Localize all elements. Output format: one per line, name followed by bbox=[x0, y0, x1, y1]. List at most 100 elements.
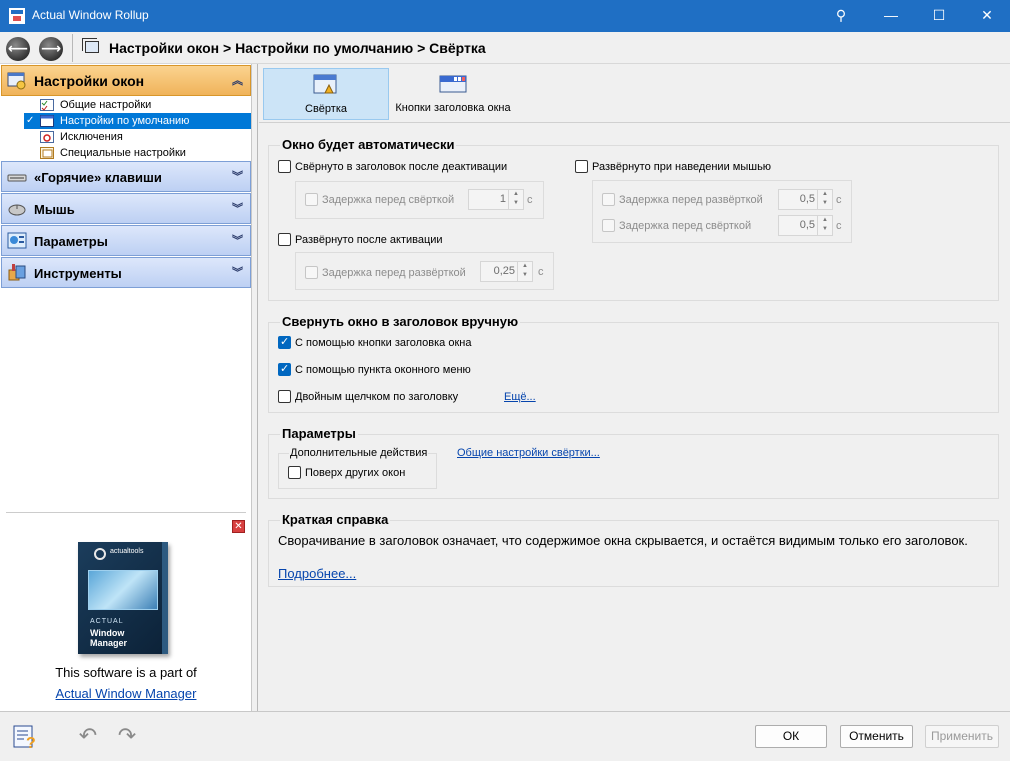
checkbox-label: Свёрнуто в заголовок после деактивации bbox=[295, 161, 508, 173]
checkbox-box[interactable] bbox=[305, 266, 318, 279]
by-menu-item-checkbox[interactable]: С помощью пункта оконного меню bbox=[278, 362, 471, 377]
tool-rollup[interactable]: Свёртка bbox=[263, 68, 389, 120]
spinner-arrows-icon[interactable]: ▲ ▼ bbox=[817, 216, 832, 235]
hover-unroll-delay-spinner[interactable]: 0,5 ▲ ▼ bbox=[778, 189, 833, 210]
checkbox-label: Развёрнуто при наведении мышью bbox=[592, 161, 772, 173]
undo-icon: ↶ bbox=[78, 723, 98, 748]
minimize-button[interactable]: — bbox=[868, 0, 914, 32]
app-icon bbox=[9, 8, 25, 24]
rollup-delay-spinner[interactable]: 1 ▲ ▼ bbox=[468, 189, 524, 210]
general-rollup-settings-link[interactable]: Общие настройки свёртки... bbox=[457, 447, 600, 459]
group-title: Свернуть окно в заголовок вручную bbox=[280, 314, 521, 329]
category-window-settings[interactable]: Настройки окон ︽ bbox=[1, 65, 251, 96]
checkbox-box[interactable] bbox=[278, 160, 291, 173]
checkbox-box[interactable] bbox=[575, 160, 588, 173]
checkbox-label: Задержка перед развёрткой bbox=[322, 267, 466, 279]
window-defaults-icon bbox=[40, 115, 54, 127]
sidebar-item-special[interactable]: Специальные настройки bbox=[24, 145, 251, 161]
back-button[interactable]: ⟵ bbox=[6, 37, 30, 61]
rollup-delay-checkbox[interactable]: Задержка перед свёрткой bbox=[305, 193, 454, 207]
spinner-arrows-icon[interactable]: ▲ ▼ bbox=[517, 262, 532, 281]
nav-divider bbox=[72, 34, 73, 62]
category-label: Настройки окон bbox=[34, 73, 145, 89]
category-label: Мышь bbox=[34, 202, 75, 217]
sidebar-item-exclusions[interactable]: Исключения bbox=[24, 129, 251, 145]
hover-rollup-delay-checkbox[interactable]: Задержка перед свёрткой bbox=[602, 219, 751, 233]
extra-actions-label: Дополнительные действия bbox=[289, 447, 429, 459]
keyboard-icon bbox=[7, 174, 27, 182]
checkbox-box[interactable] bbox=[305, 193, 318, 206]
maximize-button[interactable]: ☐ bbox=[916, 0, 962, 32]
checkbox-box[interactable] bbox=[278, 335, 291, 349]
checkbox-box[interactable] bbox=[278, 390, 291, 403]
spinner-value: 0,5 bbox=[799, 219, 815, 231]
chevron-up-icon: ︽ bbox=[232, 75, 243, 87]
tool-label: Свёртка bbox=[305, 103, 347, 115]
checkbox-label: Задержка перед свёрткой bbox=[619, 220, 752, 232]
group-title: Окно будет автоматически bbox=[280, 137, 457, 152]
checkbox-box[interactable] bbox=[602, 219, 615, 232]
undo-button[interactable]: ↶ bbox=[73, 724, 103, 748]
help-icon[interactable]: ? bbox=[12, 722, 40, 750]
cancel-button[interactable]: Отменить bbox=[840, 725, 913, 748]
category-label: Инструменты bbox=[34, 266, 122, 281]
checkbox-label: С помощью кнопки заголовка окна bbox=[295, 337, 472, 349]
category-tools[interactable]: Инструменты ︾ bbox=[1, 257, 251, 288]
hover-unroll-delay-checkbox[interactable]: Задержка перед развёрткой bbox=[602, 193, 763, 207]
forward-button[interactable]: ⟶ bbox=[39, 37, 63, 61]
hover-rollup-delay-spinner[interactable]: 0,5 ▲ ▼ bbox=[778, 215, 833, 236]
unroll-on-activate-checkbox[interactable]: Развёрнуто после активации bbox=[278, 233, 443, 247]
sidebar-item-label: Исключения bbox=[60, 131, 123, 143]
product-box-image: actualtools ACTUAL Window Manager bbox=[78, 542, 168, 654]
more-info-link[interactable]: Подробнее... bbox=[278, 566, 356, 581]
unroll-on-hover-checkbox[interactable]: Развёрнуто при наведении мышью bbox=[575, 160, 771, 174]
checkbox-box[interactable] bbox=[288, 466, 301, 479]
checkbox-label: С помощью пункта оконного меню bbox=[295, 364, 471, 376]
tool-title-buttons[interactable]: Кнопки заголовка окна bbox=[390, 68, 516, 120]
more-link[interactable]: Ещё... bbox=[504, 391, 536, 403]
unroll-delay-spinner[interactable]: 0,25 ▲ ▼ bbox=[480, 261, 533, 282]
checkbox-label: Развёрнуто после активации bbox=[295, 234, 443, 246]
apply-button[interactable]: Применить bbox=[925, 725, 999, 748]
svg-text:?: ? bbox=[26, 735, 36, 750]
category-hotkeys[interactable]: «Горячие» клавиши ︾ bbox=[1, 161, 251, 192]
spinner-value: 0,5 bbox=[799, 193, 815, 205]
product-title: Window Manager bbox=[90, 628, 128, 648]
special-settings-icon bbox=[40, 147, 54, 159]
checkbox-box[interactable] bbox=[278, 362, 291, 376]
promo-link[interactable]: Actual Window Manager bbox=[0, 686, 252, 701]
arrow-left-icon: ⟵ bbox=[7, 40, 29, 56]
product-screen-graphic bbox=[88, 570, 158, 610]
exclusions-icon bbox=[40, 131, 54, 143]
checkbox-box[interactable] bbox=[602, 193, 615, 206]
arrow-right-icon: ⟶ bbox=[40, 40, 62, 56]
ok-button[interactable]: ОК bbox=[755, 725, 827, 748]
rollup-on-deactivate-checkbox[interactable]: Свёрнуто в заголовок после деактивации bbox=[278, 160, 507, 174]
category-mouse[interactable]: Мышь ︾ bbox=[1, 193, 251, 224]
sidebar-item-general[interactable]: Общие настройки bbox=[24, 97, 251, 113]
bottom-bar: ? ↶ ↷ ОК Отменить Применить bbox=[0, 711, 1010, 761]
close-button[interactable]: ✕ bbox=[964, 0, 1010, 32]
group-title: Краткая справка bbox=[280, 512, 391, 527]
pin-button[interactable]: ⚲ bbox=[818, 0, 864, 32]
chevron-down-icon: ︾ bbox=[232, 171, 243, 183]
spinner-arrows-icon[interactable]: ▲ ▼ bbox=[817, 190, 832, 209]
by-title-button-checkbox[interactable]: С помощью кнопки заголовка окна bbox=[278, 335, 472, 350]
checkbox-box[interactable] bbox=[278, 233, 291, 246]
by-double-click-checkbox[interactable]: Двойным щелчком по заголовку bbox=[278, 390, 458, 404]
window-settings-icon bbox=[7, 72, 26, 90]
redo-icon: ↷ bbox=[117, 723, 137, 748]
on-top-checkbox[interactable]: Поверх других окон bbox=[288, 466, 405, 480]
close-icon: ✕ bbox=[981, 7, 993, 23]
sidebar-item-defaults[interactable]: ✓ Настройки по умолчанию bbox=[24, 113, 251, 129]
tools-icon bbox=[8, 264, 26, 281]
unroll-delay-checkbox[interactable]: Задержка перед развёрткой bbox=[305, 266, 466, 280]
promo-close-button[interactable]: ✕ bbox=[232, 520, 245, 533]
mouse-icon bbox=[8, 204, 26, 216]
spinner-arrows-icon[interactable]: ▲ ▼ bbox=[508, 190, 523, 209]
redo-button[interactable]: ↷ bbox=[112, 724, 142, 748]
unit-label: с bbox=[836, 194, 842, 206]
category-parameters[interactable]: Параметры ︾ bbox=[1, 225, 251, 256]
unit-label: с bbox=[538, 266, 544, 278]
tool-label: Кнопки заголовка окна bbox=[395, 102, 511, 114]
